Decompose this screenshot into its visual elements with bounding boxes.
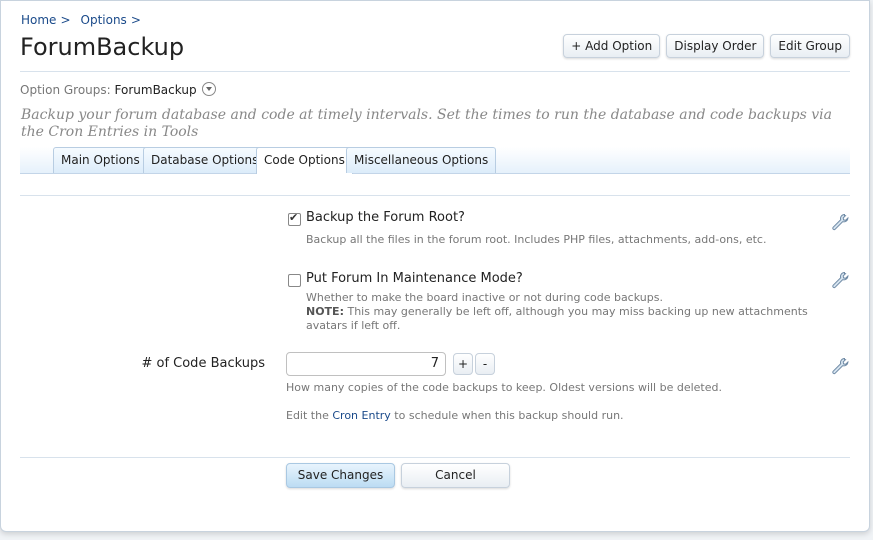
maintenance-hint-text: Whether to make the board inactive or no… <box>306 291 663 304</box>
option-groups: Option Groups: ForumBackup <box>20 82 217 97</box>
edit-group-button[interactable]: Edit Group <box>770 34 850 58</box>
option-groups-label: Option Groups: <box>20 83 111 97</box>
cron-prefix: Edit the <box>286 409 329 422</box>
maintenance-mode-hint: Whether to make the board inactive or no… <box>306 291 826 333</box>
increment-button[interactable]: + <box>453 353 473 375</box>
tab-code-options[interactable]: Code Options <box>256 147 353 174</box>
option-backup-root: Backup the Forum Root? Backup all the fi… <box>286 210 846 250</box>
divider <box>20 457 850 458</box>
breadcrumb-separator: > <box>130 13 141 27</box>
backup-root-label[interactable]: Backup the Forum Root? <box>306 210 465 225</box>
cron-entry-link[interactable]: Cron Entry <box>332 409 390 422</box>
wrench-icon[interactable] <box>831 271 849 289</box>
divider <box>20 195 850 196</box>
top-actions: + Add Option Display Order Edit Group <box>563 34 850 58</box>
maintenance-mode-label[interactable]: Put Forum In Maintenance Mode? <box>306 271 523 286</box>
cron-suffix: to schedule when this backup should run. <box>394 409 624 422</box>
option-maintenance-mode: Put Forum In Maintenance Mode? Whether t… <box>286 271 846 335</box>
add-option-button[interactable]: + Add Option <box>563 34 661 58</box>
code-backups-hint: How many copies of the code backups to k… <box>286 381 722 394</box>
note-label: NOTE: <box>306 305 344 318</box>
decrement-button[interactable]: - <box>475 353 495 375</box>
code-backups-label: # of Code Backups <box>141 356 265 371</box>
chevron-down-circle-icon[interactable] <box>202 82 217 96</box>
group-description: Backup your forum database and code at t… <box>21 107 832 140</box>
divider <box>20 71 850 72</box>
wrench-icon[interactable] <box>831 213 849 231</box>
note-text: This may generally be left off, although… <box>306 305 808 332</box>
maintenance-note: NOTE: This may generally be left off, al… <box>306 305 826 333</box>
tab-main-options[interactable]: Main Options <box>53 147 148 173</box>
display-order-button[interactable]: Display Order <box>666 34 765 58</box>
tab-miscellaneous-options[interactable]: Miscellaneous Options <box>346 147 497 173</box>
cancel-button[interactable]: Cancel <box>401 463 510 488</box>
tab-database-options[interactable]: Database Options <box>143 147 267 173</box>
breadcrumb-options-link[interactable]: Options <box>81 13 127 27</box>
code-backups-input[interactable]: 7 <box>286 352 446 376</box>
wrench-icon[interactable] <box>831 357 849 375</box>
breadcrumb-separator: > <box>60 13 71 27</box>
cron-note: Edit the Cron Entry to schedule when thi… <box>286 409 624 422</box>
breadcrumb: Home > Options > <box>21 13 151 27</box>
breadcrumb-home-link[interactable]: Home <box>21 13 56 27</box>
tabs-bar: Main Options Database Options Code Optio… <box>20 147 850 174</box>
options-panel: Home > Options > ForumBackup + Add Option D… <box>0 0 870 532</box>
maintenance-mode-checkbox[interactable] <box>288 274 301 287</box>
backup-root-hint: Backup all the files in the forum root. … <box>306 233 767 246</box>
option-groups-value[interactable]: ForumBackup <box>115 83 197 97</box>
save-changes-button[interactable]: Save Changes <box>286 463 395 488</box>
page-title: ForumBackup <box>20 33 185 61</box>
backup-root-checkbox[interactable] <box>288 211 301 226</box>
